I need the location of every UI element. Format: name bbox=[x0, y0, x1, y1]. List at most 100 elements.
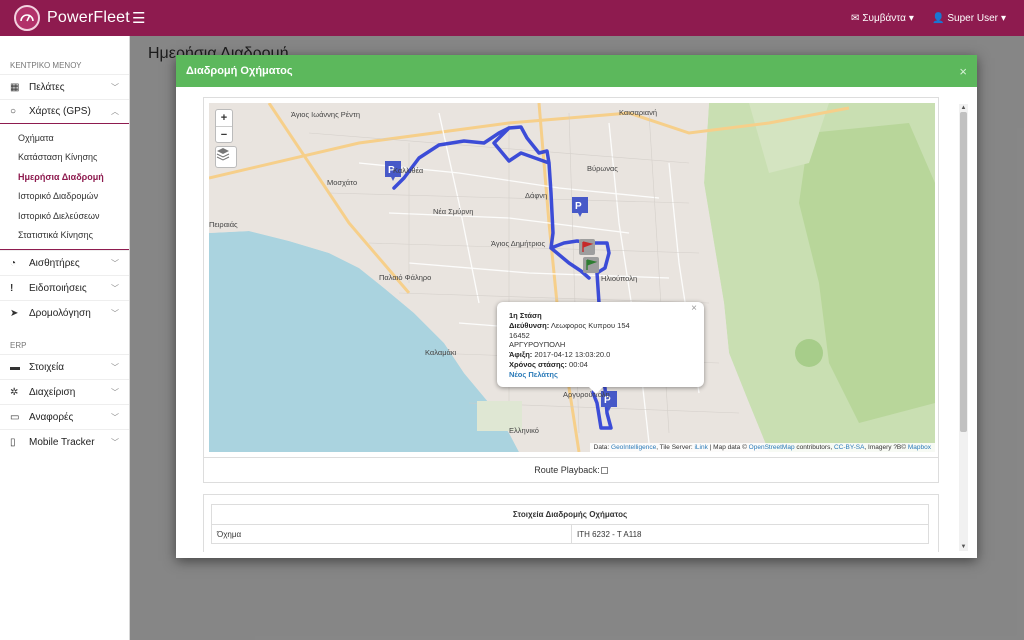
user-menu[interactable]: 👤 Super User ▾ bbox=[932, 13, 1006, 24]
svg-text:Καλαμάκι: Καλαμάκι bbox=[425, 348, 457, 357]
attribution-link[interactable]: CC-BY-SA bbox=[834, 444, 864, 451]
details-value: ΙΤΗ 6232 - Τ Α118 bbox=[571, 524, 929, 544]
sidebar-item-gps-maps[interactable]: ○ Χάρτες (GPS) ︿ bbox=[0, 99, 129, 124]
gauge-icon: ◔ bbox=[10, 257, 17, 269]
sidebar-item-routing[interactable]: ➤ Δρομολόγηση ﹀ bbox=[0, 300, 129, 325]
popup-tip bbox=[589, 387, 603, 394]
chevron-down-icon: ﹀ bbox=[111, 387, 119, 397]
map-panel: P P P Άγιος Ιωάννης Ρέντη Καλλιθέα Μοσχά… bbox=[203, 97, 939, 458]
arrival-value: 2017-04-12 13:03:20.0 bbox=[534, 350, 611, 360]
area: ΑΡΓΥΡΟΥΠΟΛΗ bbox=[509, 340, 566, 350]
chevron-down-icon: ﹀ bbox=[111, 362, 119, 372]
scroll-down-icon[interactable]: ▼ bbox=[959, 543, 968, 551]
close-icon[interactable]: × bbox=[959, 64, 967, 79]
attribution-link[interactable]: Mapbox bbox=[908, 444, 931, 451]
chevron-down-icon: ﹀ bbox=[111, 82, 119, 92]
envelope-icon: ✉ bbox=[850, 12, 860, 24]
sidebar-subitem-daily-route[interactable]: Ημερήσια Διαδρομή bbox=[0, 167, 129, 187]
svg-text:Πειραιάς: Πειραιάς bbox=[209, 220, 238, 229]
attribution-link[interactable]: GeoIntelligence bbox=[611, 444, 656, 451]
route-playback: Route Playback: bbox=[203, 458, 939, 483]
chevron-down-icon: ﹀ bbox=[111, 308, 119, 318]
brand-name: PowerFleet bbox=[47, 9, 130, 26]
brand[interactable]: PowerFleet bbox=[0, 0, 130, 36]
chevron-down-icon: ﹀ bbox=[111, 412, 119, 422]
playback-label: Route Playback: bbox=[534, 465, 600, 475]
details-header: Στοιχεία Διαδρομής Οχήματος bbox=[211, 504, 929, 525]
hamburger-icon[interactable]: ☰ bbox=[132, 9, 145, 27]
chevron-down-icon: ﹀ bbox=[111, 437, 119, 447]
sidebar-item-reports[interactable]: ▭ Αναφορές ﹀ bbox=[0, 404, 129, 429]
zoom-out-button[interactable]: − bbox=[216, 126, 232, 142]
route-icon: ➤ bbox=[10, 307, 19, 319]
popup-close-icon[interactable]: × bbox=[691, 304, 697, 314]
table-row: Όχημα ΙΤΗ 6232 - Τ Α118 bbox=[211, 524, 929, 544]
powerfleet-logo-icon bbox=[14, 5, 40, 31]
sidebar-item-label: Χάρτες (GPS) bbox=[29, 106, 91, 117]
svg-text:Καλλιθέα: Καλλιθέα bbox=[393, 166, 424, 175]
route-details-table: Στοιχεία Διαδρομής Οχήματος Όχημα ΙΤΗ 62… bbox=[211, 504, 929, 544]
modal-title: Διαδρομή Οχήματος bbox=[186, 65, 293, 77]
scroll-thumb[interactable] bbox=[960, 112, 967, 432]
svg-text:Νέα Σμύρνη: Νέα Σμύρνη bbox=[433, 207, 473, 216]
map-icon: ▦ bbox=[10, 81, 20, 93]
sidebar-subitem-passage-history[interactable]: Ιστορικό Διελεύσεων bbox=[0, 206, 129, 226]
cog-icon: ✲ bbox=[10, 386, 19, 398]
sidebar-subitem-motion-status[interactable]: Κατάσταση Κίνησης bbox=[0, 148, 129, 168]
sidebar-item-label: Στοιχεία bbox=[29, 361, 65, 373]
attribution-text: , Imagery ?B© bbox=[864, 444, 908, 451]
route-map[interactable]: P P P Άγιος Ιωάννης Ρέντη Καλλιθέα Μοσχά… bbox=[209, 103, 935, 452]
monitor-icon: ▭ bbox=[10, 411, 20, 423]
zoom-in-button[interactable]: + bbox=[216, 110, 232, 126]
attribution-text: contributors, bbox=[794, 444, 834, 451]
events-label: Συμβάντα bbox=[862, 12, 906, 24]
sidebar-item-label: Αναφορές bbox=[29, 411, 74, 423]
new-customer-link[interactable]: Νέος Πελάτης bbox=[509, 370, 558, 379]
sidebar-item-label: Αισθητήρες bbox=[29, 257, 80, 269]
attribution-link[interactable]: OpenStreetMap bbox=[749, 444, 795, 451]
playback-checkbox[interactable] bbox=[600, 466, 608, 474]
events-menu[interactable]: ✉ Συμβάντα ▾ bbox=[851, 13, 914, 24]
top-navbar: PowerFleet ☰ ✉ Συμβάντα ▾ 👤 Super User ▾ bbox=[0, 0, 1024, 36]
modal-scrollbar[interactable]: ▲ ▼ bbox=[959, 104, 968, 551]
sidebar-item-label: Mobile Tracker bbox=[29, 436, 95, 448]
svg-text:Δάφνη: Δάφνη bbox=[525, 191, 547, 200]
popup-title: 1η Στάση bbox=[509, 311, 542, 320]
sidebar-item-customers[interactable]: ▦ Πελάτες ﹀ bbox=[0, 74, 129, 99]
sidebar-item-mobile-tracker[interactable]: ▯ Mobile Tracker ﹀ bbox=[0, 429, 129, 454]
svg-text:Καισαριανή: Καισαριανή bbox=[619, 108, 657, 117]
alert-icon: ! bbox=[10, 282, 14, 294]
chevron-down-icon: ﹀ bbox=[111, 283, 119, 293]
gps-submenu: Οχήματα Κατάσταση Κίνησης Ημερήσια Διαδρ… bbox=[0, 124, 129, 250]
truck-icon: ▬ bbox=[10, 361, 20, 373]
address-value: Λεωφορος Κυπρου 154 bbox=[550, 320, 630, 330]
address-label: Διεύθυνση: bbox=[509, 320, 550, 330]
caret-icon: ▾ bbox=[908, 12, 914, 24]
svg-text:Ελληνικό: Ελληνικό bbox=[509, 426, 539, 435]
sidebar-subitem-motion-stats[interactable]: Στατιστικά Κίνησης bbox=[0, 226, 129, 246]
route-modal: Διαδρομή Οχήματος × P P P Άγιος Ιωάννης … bbox=[176, 55, 977, 558]
user-icon: 👤 bbox=[931, 12, 945, 24]
chevron-up-icon: ︿ bbox=[111, 107, 119, 116]
modal-body: P P P Άγιος Ιωάννης Ρέντη Καλλιθέα Μοσχά… bbox=[201, 97, 971, 552]
sidebar: ΚΕΝΤΡΙΚΟ ΜΕΝΟΥ ▦ Πελάτες ﹀ ○ Χάρτες (GPS… bbox=[0, 36, 130, 640]
details-key: Όχημα bbox=[211, 524, 572, 544]
stop-popup: × 1η Στάση Διεύθυνση: Λεωφορος Κυπρου 15… bbox=[497, 302, 704, 394]
scroll-up-icon[interactable]: ▲ bbox=[959, 104, 968, 112]
sidebar-item-data[interactable]: ▬ Στοιχεία ﹀ bbox=[0, 354, 129, 379]
sidebar-item-label: Ειδοποιήσεις bbox=[29, 282, 87, 294]
svg-text:Άγιος Δημήτριος: Άγιος Δημήτριος bbox=[491, 239, 545, 248]
stop-time-label: Χρόνος στάσης: bbox=[509, 359, 567, 369]
sidebar-item-sensors[interactable]: ◔ Αισθητήρες ﹀ bbox=[0, 250, 129, 275]
map-tiles: P P P Άγιος Ιωάννης Ρέντη Καλλιθέα Μοσχά… bbox=[209, 103, 935, 452]
svg-text:Ηλιούπολη: Ηλιούπολη bbox=[601, 274, 637, 283]
map-attribution: Data: GeoIntelligence, Tile Server: iLin… bbox=[589, 443, 935, 452]
attribution-link[interactable]: iLink bbox=[694, 444, 707, 451]
zoom-control: + − bbox=[215, 109, 233, 143]
sidebar-subitem-route-history[interactable]: Ιστορικό Διαδρομών bbox=[0, 187, 129, 207]
svg-text:Μοσχάτο: Μοσχάτο bbox=[327, 178, 357, 187]
sidebar-subitem-vehicles[interactable]: Οχήματα bbox=[0, 128, 129, 148]
sidebar-item-management[interactable]: ✲ Διαχείριση ﹀ bbox=[0, 379, 129, 404]
sidebar-item-notifications[interactable]: ! Ειδοποιήσεις ﹀ bbox=[0, 275, 129, 300]
layers-icon[interactable] bbox=[215, 146, 237, 168]
